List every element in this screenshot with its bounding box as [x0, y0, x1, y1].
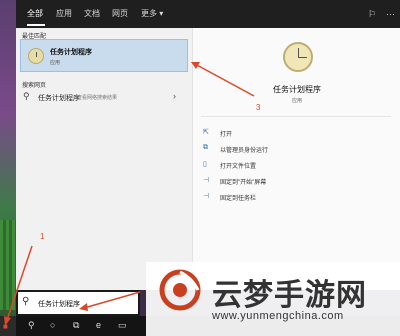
watermark-title: 云梦手游网: [212, 279, 367, 312]
annotation-label-1: 1: [40, 232, 45, 241]
watermark-url: www.yunmengchina.com: [212, 310, 344, 322]
annotation-label-3: 3: [256, 103, 261, 112]
watermark: 云梦手游网 www.yunmengchina.com: [146, 262, 400, 336]
watermark-logo-icon: [159, 269, 201, 311]
